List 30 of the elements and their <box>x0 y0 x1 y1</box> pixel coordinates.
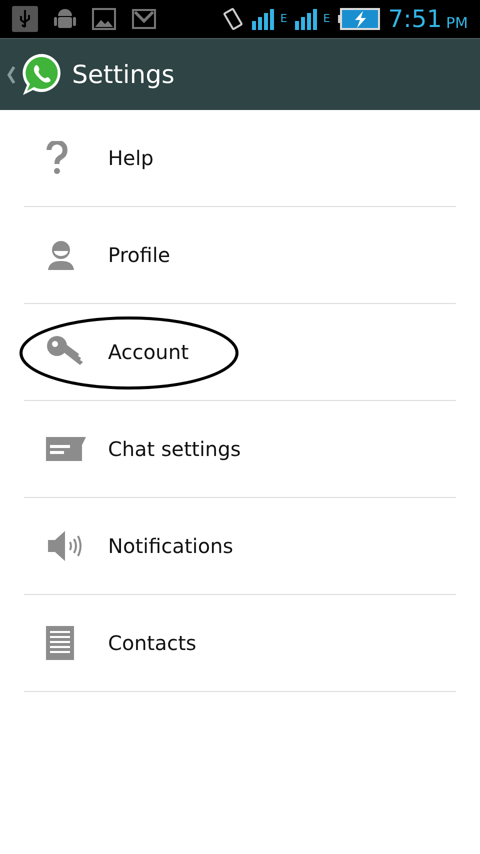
settings-item[interactable]: Help <box>24 110 456 207</box>
settings-item[interactable]: Contacts <box>24 595 456 692</box>
settings-item[interactable]: Account <box>24 304 456 401</box>
clock-period: PM <box>446 16 468 31</box>
speaker-icon <box>46 529 82 563</box>
item-label: Profile <box>108 242 170 269</box>
clock-time: 7:51 <box>388 7 442 31</box>
network-type: E <box>280 13 288 24</box>
signal-icon <box>295 8 320 30</box>
back-icon <box>6 64 16 84</box>
settings-item[interactable]: Profile <box>24 207 456 304</box>
item-label: Notifications <box>108 533 234 560</box>
usb-icon <box>12 6 38 32</box>
person-icon <box>46 240 76 270</box>
message-icon <box>46 437 86 461</box>
settings-item[interactable]: Notifications <box>24 498 456 595</box>
battery-charging-icon <box>338 8 380 30</box>
signal-icon <box>252 8 276 30</box>
mail-icon <box>132 9 156 29</box>
image-icon <box>92 8 116 30</box>
help-icon <box>46 141 68 175</box>
item-label: Chat settings <box>108 436 241 463</box>
settings-item[interactable]: Chat settings <box>24 401 456 498</box>
item-label: Help <box>108 145 154 172</box>
item-label: Account <box>108 339 189 366</box>
item-label: Contacts <box>108 630 196 657</box>
vibrate-icon <box>222 7 244 31</box>
list-icon <box>46 626 74 660</box>
screen-title: Settings <box>72 58 175 91</box>
network-type: E <box>323 13 330 24</box>
